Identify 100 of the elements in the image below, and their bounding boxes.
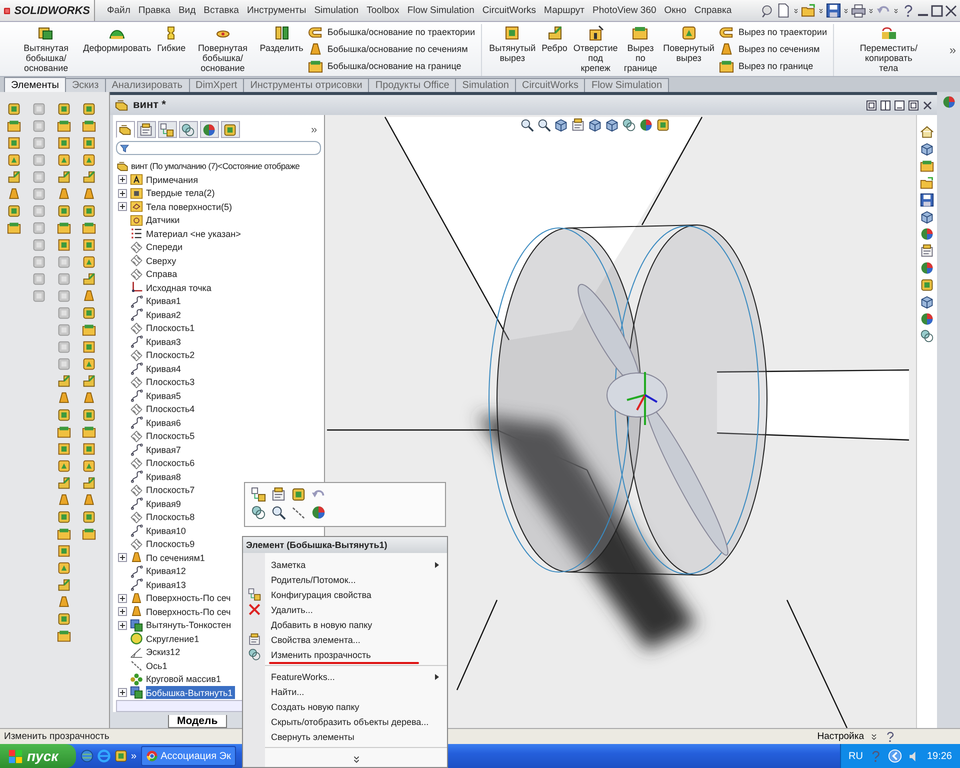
ribbon-button[interactable]: Повернутый вырез <box>662 24 716 64</box>
menu-item[interactable]: Изменить прозрачность <box>243 647 447 662</box>
tree-item[interactable]: Круговой массив1 <box>146 672 223 686</box>
tree-item[interactable]: Плоскость6 <box>146 456 197 470</box>
task-pane-icon[interactable] <box>920 159 934 173</box>
help-icon[interactable] <box>884 730 896 742</box>
tool-icon[interactable] <box>82 391 96 405</box>
tree-item[interactable]: Плоскость5 <box>146 430 197 443</box>
tool-icon[interactable] <box>82 340 96 354</box>
maximize-icon[interactable] <box>908 100 919 110</box>
tool-icon[interactable] <box>82 442 96 456</box>
tab[interactable]: Продукты Office <box>368 78 456 92</box>
tree-item[interactable]: Кривая7 <box>146 443 183 456</box>
tree-item[interactable]: Вытянуть-Тонкостен <box>146 618 234 632</box>
zoom-icon[interactable] <box>537 118 551 132</box>
tool-icon[interactable] <box>6 204 20 218</box>
properties-icon[interactable] <box>571 118 585 132</box>
tool-icon[interactable] <box>56 527 70 541</box>
menu-item[interactable]: Удалить... <box>243 602 447 617</box>
cube-icon[interactable] <box>554 118 568 132</box>
tool-icon[interactable] <box>82 255 96 269</box>
cube-icon[interactable] <box>588 118 602 132</box>
tool-icon[interactable] <box>56 510 70 524</box>
tool-icon[interactable] <box>56 476 70 490</box>
tool-icon[interactable] <box>6 102 20 116</box>
menu-item[interactable]: Добавить в новую папку <box>243 617 447 632</box>
browser-icon[interactable] <box>97 749 111 763</box>
tool-icon[interactable] <box>82 374 96 388</box>
tree-item[interactable]: Сверху <box>146 254 178 268</box>
caret-icon[interactable] <box>868 8 874 14</box>
menu-item[interactable]: Файл <box>103 5 134 16</box>
tool-icon[interactable] <box>82 221 96 235</box>
menu-item[interactable]: Свернуть элементы <box>243 729 447 744</box>
panel-tab[interactable] <box>179 121 198 138</box>
ribbon-button[interactable]: Гибкие <box>156 24 187 54</box>
tool-icon[interactable] <box>56 425 70 439</box>
tool-icon[interactable] <box>56 612 70 626</box>
tab[interactable]: Simulation <box>455 78 516 92</box>
ribbon-button[interactable]: Переместить/копировать тела <box>840 24 938 74</box>
task-pane-icon[interactable] <box>920 312 934 326</box>
ribbon-button[interactable]: Повернутая бобышка/основание <box>190 24 255 74</box>
tool-icon[interactable] <box>56 102 70 116</box>
tree-item[interactable]: Плоскость3 <box>146 376 197 389</box>
tree-item[interactable]: Плоскость1 <box>146 322 197 335</box>
tab[interactable]: DimXpert <box>188 78 244 92</box>
task-pane-icon[interactable] <box>920 295 934 309</box>
expand-icon[interactable] <box>118 202 127 212</box>
tool-icon[interactable] <box>6 170 20 184</box>
zoom-icon[interactable] <box>271 505 286 520</box>
menu-item[interactable]: Заметка <box>243 557 447 572</box>
menu-item[interactable]: Toolbox <box>362 5 404 16</box>
caret-icon[interactable] <box>843 8 849 14</box>
tree-item[interactable]: Кривая6 <box>146 416 183 430</box>
tree-item[interactable]: Поверхность-По сеч <box>146 592 233 605</box>
tree-item[interactable]: Кривая5 <box>146 389 183 402</box>
expand-icon[interactable] <box>118 175 127 184</box>
tree-item[interactable]: Справа <box>146 268 180 281</box>
ribbon-button[interactable]: Бобышка/основание по сечениям <box>308 41 476 57</box>
tree-item[interactable]: Скругление1 <box>146 632 202 646</box>
circles-icon[interactable] <box>622 118 636 132</box>
tool-icon[interactable] <box>82 204 96 218</box>
tool-icon[interactable] <box>6 136 20 150</box>
tree-item[interactable]: Кривая8 <box>146 470 183 484</box>
tool-icon[interactable] <box>56 238 70 252</box>
tool-icon[interactable] <box>82 170 96 184</box>
tool-icon[interactable] <box>6 119 20 133</box>
expand-icon[interactable] <box>118 553 127 562</box>
tree-item[interactable]: Плоскость9 <box>146 538 197 551</box>
menu-item[interactable]: Родитель/Потомок... <box>243 572 447 587</box>
tool-icon[interactable] <box>82 289 96 303</box>
maximize-icon[interactable] <box>931 4 943 16</box>
tool-icon[interactable] <box>56 119 70 133</box>
more-button[interactable]: » <box>310 124 321 136</box>
sphere-icon[interactable] <box>942 95 956 109</box>
ribbon-button[interactable]: Отверстие под крепеж <box>572 24 619 74</box>
task-pane-icon[interactable] <box>920 329 934 343</box>
tree-item[interactable]: Спереди <box>146 240 184 254</box>
tool-icon[interactable] <box>6 153 20 167</box>
tool-icon[interactable] <box>82 119 96 133</box>
tree-item[interactable]: Датчики <box>146 214 182 227</box>
settings-button[interactable]: Настройка <box>817 731 864 742</box>
tool-icon[interactable] <box>82 357 96 371</box>
menu-item[interactable]: Вид <box>174 5 200 16</box>
tab[interactable]: Элементы <box>4 77 66 92</box>
menu-item[interactable]: Свойства элемента... <box>243 632 447 647</box>
tree-item[interactable]: Материал <не указан> <box>146 227 243 240</box>
tree-item[interactable]: Кривая13 <box>146 578 188 592</box>
tree-item[interactable]: Кривая1 <box>146 294 183 308</box>
save-icon[interactable] <box>826 3 841 18</box>
ribbon-button[interactable]: Вырез по сечениям <box>719 41 827 57</box>
task-pane-icon[interactable] <box>920 244 934 258</box>
language-indicator[interactable]: RU <box>848 750 863 762</box>
tree-item[interactable]: Ось1 <box>146 659 170 672</box>
ribbon-button[interactable]: Бобышка/основание по траектории <box>308 24 476 40</box>
tool-icon[interactable] <box>6 187 20 201</box>
expand-icon[interactable] <box>352 755 360 764</box>
close-icon[interactable] <box>945 4 957 16</box>
task-pane-icon[interactable] <box>920 176 934 190</box>
tree-item[interactable]: Твердые тела(2) <box>146 186 217 200</box>
tree-item[interactable]: Плоскость7 <box>146 484 197 497</box>
